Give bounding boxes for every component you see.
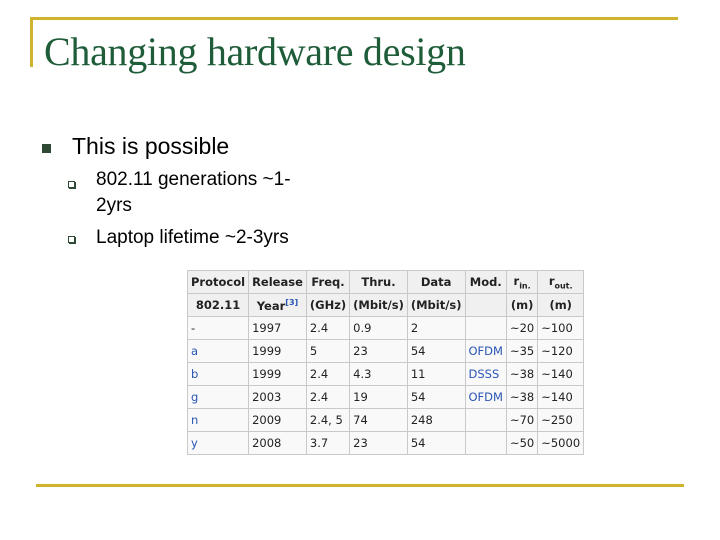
bullet-text: This is possible — [72, 133, 230, 159]
table-header-cell — [464, 293, 507, 317]
table-cell: 54 — [406, 385, 466, 409]
sub-bullet-text: Laptop lifetime ~2-3yrs — [96, 227, 289, 248]
modulation-cell — [464, 408, 507, 432]
frame-bottom-line — [36, 484, 684, 487]
modulation-cell — [464, 316, 507, 340]
table-row: b 1999 2.4 4.3 11 DSSS ~38 ~140 — [186, 362, 585, 386]
modulation-cell[interactable]: OFDM — [464, 385, 507, 409]
table-cell: 11 — [406, 362, 466, 386]
table-cell: 54 — [406, 339, 466, 363]
table-header-row: 802.11 Year[3] (GHz) (Mbit/s) (Mbit/s) (… — [186, 293, 585, 317]
table-cell: ~100 — [537, 316, 585, 340]
protocol-cell[interactable]: y — [186, 431, 250, 455]
table-cell: ~38 — [505, 385, 539, 409]
table-cell: ~35 — [505, 339, 539, 363]
table-header-cell: Year[3] — [248, 293, 307, 317]
square-bullet-icon — [42, 144, 51, 153]
table-cell: 54 — [406, 431, 466, 455]
table-cell: 2003 — [248, 385, 307, 409]
hollow-square-bullet-icon — [68, 181, 76, 189]
table-header-cell: Release — [248, 270, 307, 294]
table-cell: 2.4 — [305, 362, 351, 386]
table-row: a 1999 5 23 54 OFDM ~35 ~120 — [186, 339, 585, 363]
table-header-cell: (Mbit/s) — [406, 293, 466, 317]
table-cell: ~250 — [537, 408, 585, 432]
protocol-cell[interactable]: g — [186, 385, 250, 409]
table-cell: 23 — [349, 431, 408, 455]
table-body: -1997 2.4 0.9 2 ~20 ~100 a 1999 5 23 54 OFDM ~35 ~120… — [186, 316, 585, 455]
slide-title: Changing hardware design — [44, 29, 466, 74]
table-cell: ~140 — [537, 362, 585, 386]
frame-left-line — [30, 17, 33, 67]
table-header-cell: (Mbit/s) — [349, 293, 408, 317]
table-header-row: Protocol Release Freq. Thru. Data Mod. r… — [186, 270, 585, 294]
protocol-cell: - — [186, 316, 250, 340]
table-header-cell: Freq. — [305, 270, 351, 294]
sub-bullet-text: 802.11 generations ~1- 2yrs — [96, 169, 291, 216]
table-header-cell: Mod. — [464, 270, 507, 294]
table-cell: 2008 — [248, 431, 307, 455]
table-cell: 5 — [305, 339, 351, 363]
protocol-cell[interactable]: n — [186, 408, 250, 432]
table-cell: ~38 — [505, 362, 539, 386]
citation-link[interactable]: [3] — [285, 298, 298, 307]
table-cell: 2.4 — [305, 385, 351, 409]
table-cell: 2.4, 5 — [305, 408, 351, 432]
table-header-cell: (m) — [537, 293, 585, 317]
table-header-cell: Data — [406, 270, 466, 294]
table-cell: ~50 — [505, 431, 539, 455]
modulation-cell[interactable]: DSSS — [464, 362, 507, 386]
table-cell: 2.4 — [305, 316, 351, 340]
table-row: -1997 2.4 0.9 2 ~20 ~100 — [186, 316, 585, 340]
protocol-cell[interactable]: b — [186, 362, 250, 386]
table-header-cell: (GHz) — [305, 293, 351, 317]
hollow-square-bullet-icon — [68, 236, 76, 244]
table-header-cell: (m) — [505, 293, 539, 317]
table-row: y 2008 3.7 23 54 ~50 ~5000 — [186, 431, 585, 455]
table-row: g 2003 2.4 19 54 OFDM ~38 ~140 — [186, 385, 585, 409]
table-cell: 1999 — [248, 339, 307, 363]
protocol-cell[interactable]: a — [186, 339, 250, 363]
table-row: n 2009 2.4, 5 74 248 ~70 ~250 — [186, 408, 585, 432]
modulation-cell[interactable]: OFDM — [464, 339, 507, 363]
table-cell: 23 — [349, 339, 408, 363]
frame-top-line — [30, 17, 678, 20]
table-cell: 19 — [349, 385, 408, 409]
table-cell: ~120 — [537, 339, 585, 363]
table-header-cell: rout. — [537, 270, 585, 294]
table-cell: 1997 — [248, 316, 307, 340]
table-header-cell: 802.11 — [186, 293, 250, 317]
table-cell: 4.3 — [349, 362, 408, 386]
table-cell: 74 — [349, 408, 408, 432]
table-cell: 248 — [406, 408, 466, 432]
table-header-cell: rin. — [505, 270, 539, 294]
wifi-protocol-table: Protocol Release Freq. Thru. Data Mod. r… — [186, 270, 585, 455]
table-cell: 1999 — [248, 362, 307, 386]
table-cell: ~20 — [505, 316, 539, 340]
table-cell: ~70 — [505, 408, 539, 432]
table-cell: 2009 — [248, 408, 307, 432]
table-cell: ~140 — [537, 385, 585, 409]
table-cell: ~5000 — [537, 431, 585, 455]
table-cell: 0.9 — [349, 316, 408, 340]
table-header-cell: Thru. — [349, 270, 408, 294]
table-cell: 2 — [406, 316, 466, 340]
modulation-cell — [464, 431, 507, 455]
table-header-cell: Protocol — [186, 270, 250, 294]
table-cell: 3.7 — [305, 431, 351, 455]
